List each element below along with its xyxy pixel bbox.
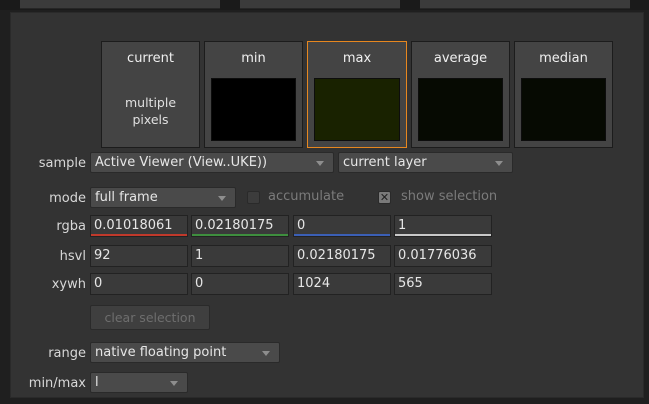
red-underline [91, 234, 187, 236]
minmax-label: min/max [28, 376, 86, 391]
sample-label: sample [38, 156, 86, 171]
hsvl-v-value: 0.02180175 [297, 248, 376, 263]
hsvl-s-value: 1 [195, 248, 204, 263]
chevron-down-icon [316, 161, 324, 166]
green-underline [192, 234, 288, 236]
chevron-down-icon [495, 161, 503, 166]
xywh-w-field[interactable]: 1024 [293, 273, 391, 295]
chevron-down-icon [170, 381, 178, 386]
sample-dropdown-value: Active Viewer (View..UKE)) [95, 155, 268, 170]
swatch-average[interactable]: average [411, 41, 510, 148]
layer-dropdown-value: current layer [343, 155, 427, 170]
swatch-note: multiple pixels [102, 94, 199, 128]
swatch-title: min [241, 51, 266, 66]
xywh-y-field[interactable]: 0 [191, 273, 289, 295]
hsvl-s-field[interactable]: 1 [191, 245, 289, 267]
swatch-title: average [433, 51, 488, 66]
xywh-x-field[interactable]: 0 [90, 273, 188, 295]
tab-strip [240, 0, 400, 9]
xywh-x-value: 0 [94, 276, 103, 291]
tab-strip [420, 0, 630, 9]
show-selection-label: show selection [401, 189, 498, 204]
tab-strip [20, 0, 220, 9]
hsvl-l-value: 0.01776036 [398, 248, 477, 263]
swatch-color [418, 78, 503, 141]
swatch-max[interactable]: max [307, 41, 407, 148]
show-selection-checkbox[interactable]: ✕ [378, 191, 391, 204]
xywh-h-field[interactable]: 565 [394, 273, 492, 295]
swatch-title: median [539, 51, 588, 66]
accumulate-checkbox[interactable] [247, 191, 260, 204]
minmax-dropdown-value: l [95, 375, 99, 390]
layer-dropdown[interactable]: current layer [338, 152, 513, 173]
range-dropdown-value: native floating point [95, 345, 227, 360]
swatch-color [211, 78, 296, 141]
rgba-g-value: 0.02180175 [195, 218, 274, 233]
minmax-dropdown[interactable]: l [90, 372, 188, 393]
xywh-h-value: 565 [398, 276, 423, 291]
mode-dropdown[interactable]: full frame [90, 187, 236, 208]
rgba-r-field[interactable]: 0.01018061 [90, 215, 188, 237]
alpha-underline [395, 234, 491, 236]
swatch-title: max [342, 51, 372, 66]
rgba-g-field[interactable]: 0.02180175 [191, 215, 289, 237]
rgba-a-value: 1 [398, 218, 407, 233]
rgba-b-field[interactable]: 0 [293, 215, 391, 237]
xywh-y-value: 0 [195, 276, 204, 291]
range-dropdown[interactable]: native floating point [90, 342, 280, 363]
range-label: range [48, 346, 86, 361]
clear-selection-button[interactable]: clear selection [90, 305, 210, 330]
hsvl-l-field[interactable]: 0.01776036 [394, 245, 492, 267]
mode-label: mode [49, 191, 86, 206]
swatch-note-line: multiple [124, 95, 177, 110]
xywh-w-value: 1024 [297, 276, 331, 291]
sample-dropdown[interactable]: Active Viewer (View..UKE)) [90, 152, 334, 173]
chevron-down-icon [218, 196, 226, 201]
swatch-color [521, 78, 606, 141]
rgba-label: rgba [56, 219, 86, 234]
tab-bar [0, 0, 649, 10]
chevron-down-icon [262, 351, 270, 356]
swatch-min[interactable]: min [204, 41, 303, 148]
blue-underline [294, 234, 390, 236]
rgba-a-field[interactable]: 1 [394, 215, 492, 237]
pixel-analyzer-panel: current multiple pixels min max average … [10, 12, 644, 398]
swatch-title: current [127, 51, 174, 66]
swatch-current[interactable]: current multiple pixels [101, 41, 200, 148]
xywh-label: xywh [51, 277, 86, 292]
swatch-color [314, 78, 400, 141]
rgba-r-value: 0.01018061 [94, 218, 173, 233]
hsvl-v-field[interactable]: 0.02180175 [293, 245, 391, 267]
accumulate-label: accumulate [268, 189, 345, 204]
rgba-b-value: 0 [297, 218, 306, 233]
hsvl-label: hsvl [59, 249, 86, 264]
mode-dropdown-value: full frame [95, 190, 158, 205]
swatch-median[interactable]: median [514, 41, 613, 148]
hsvl-h-value: 92 [94, 248, 111, 263]
swatch-note-line: pixels [132, 112, 169, 127]
hsvl-h-field[interactable]: 92 [90, 245, 188, 267]
